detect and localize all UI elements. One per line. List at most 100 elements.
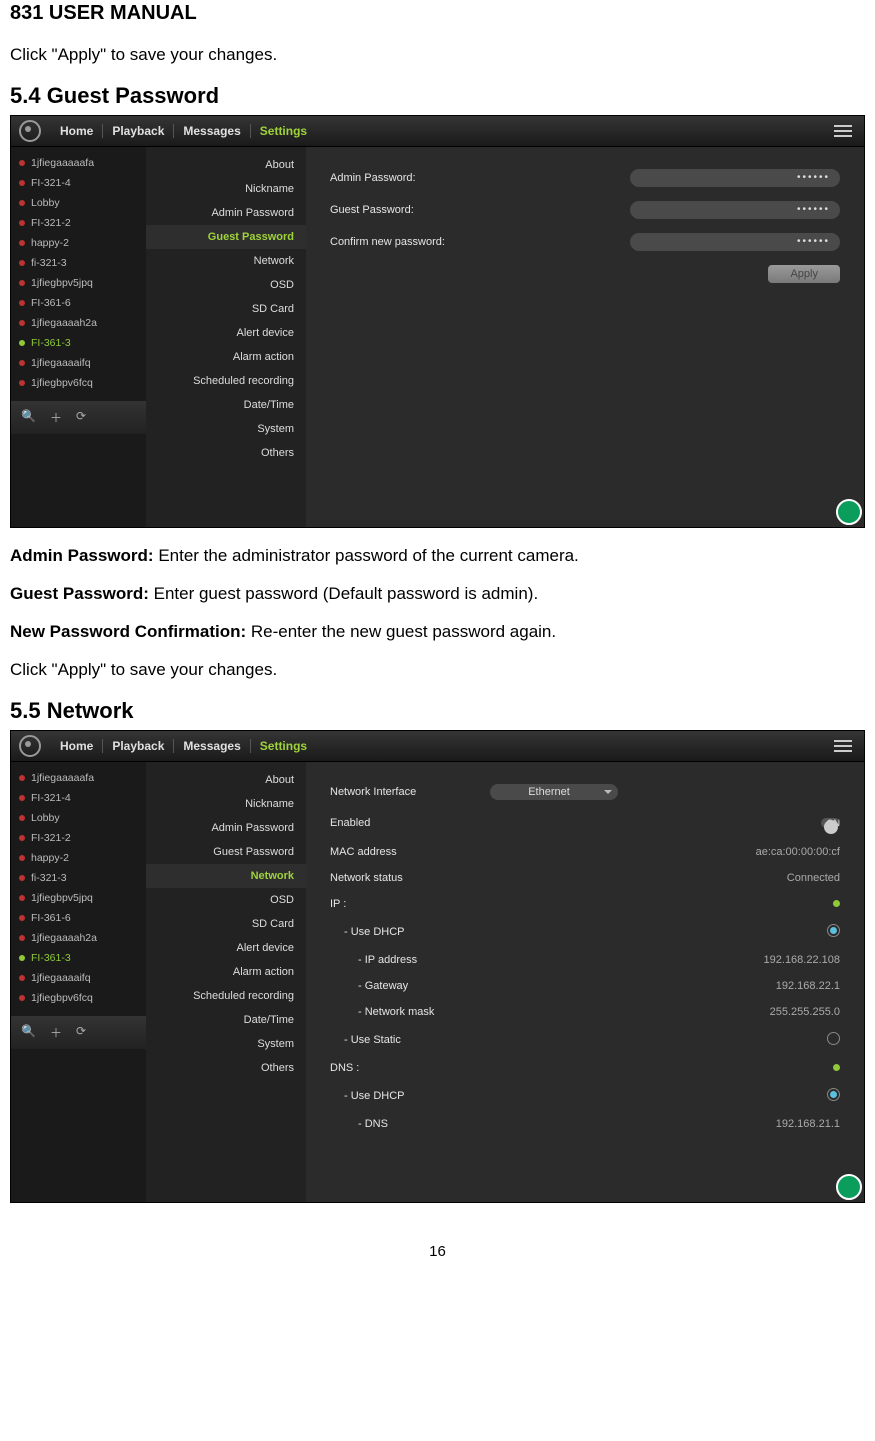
menu-osd[interactable]: OSD — [146, 273, 306, 297]
apply-button[interactable]: Apply — [768, 265, 840, 283]
device-toolbar: 🔍 ＋ ⟳ — [11, 401, 146, 434]
app-screenshot-network: Home Playback Messages Settings 1jfiegaa… — [10, 730, 865, 1203]
menu-about[interactable]: About — [146, 153, 306, 177]
confirm-password-desc: New Password Confirmation: Re-enter the … — [10, 622, 865, 642]
confirm-password-input[interactable]: •••••• — [630, 233, 840, 251]
menu-admin-password[interactable]: Admin Password — [146, 201, 306, 225]
status-dot-icon — [833, 900, 840, 907]
tab-messages[interactable]: Messages — [174, 739, 250, 753]
tab-messages[interactable]: Messages — [174, 124, 250, 138]
network-mask-value: 255.255.255.0 — [770, 1006, 840, 1018]
network-interface-select[interactable]: Ethernet — [490, 784, 618, 800]
menu-osd[interactable]: OSD — [146, 888, 306, 912]
device-item[interactable]: fi-321-3 — [11, 868, 146, 888]
device-item[interactable]: FI-361-3 — [11, 948, 146, 968]
menu-alert-device[interactable]: Alert device — [146, 321, 306, 345]
add-icon[interactable]: ＋ — [50, 409, 62, 426]
menu-guest-password[interactable]: Guest Password — [146, 225, 306, 249]
device-item[interactable]: FI-361-6 — [11, 293, 146, 313]
menu-date-time[interactable]: Date/Time — [146, 393, 306, 417]
tab-playback[interactable]: Playback — [103, 124, 174, 138]
content-pane: Admin Password:•••••• Guest Password:•••… — [306, 147, 864, 527]
gateway-label: - Gateway — [330, 980, 518, 992]
tab-playback[interactable]: Playback — [103, 739, 174, 753]
hamburger-icon[interactable] — [830, 736, 856, 756]
dns-heading: DNS : — [330, 1062, 490, 1074]
refresh-icon[interactable]: ⟳ — [76, 1024, 86, 1041]
menu-nickname[interactable]: Nickname — [146, 177, 306, 201]
device-item[interactable]: Lobby — [11, 808, 146, 828]
device-item[interactable]: FI-321-4 — [11, 173, 146, 193]
menu-alarm-action[interactable]: Alarm action — [146, 345, 306, 369]
device-item[interactable]: 1jfiegaaaaafa — [11, 153, 146, 173]
app-logo-icon — [19, 120, 41, 142]
device-item[interactable]: 1jfiegbpv5jpq — [11, 888, 146, 908]
device-item[interactable]: Lobby — [11, 193, 146, 213]
menu-sd-card[interactable]: SD Card — [146, 912, 306, 936]
menu-alarm-action[interactable]: Alarm action — [146, 960, 306, 984]
admin-password-input[interactable]: •••••• — [630, 169, 840, 187]
refresh-icon[interactable]: ⟳ — [76, 409, 86, 426]
menu-others[interactable]: Others — [146, 1056, 306, 1080]
menu-network[interactable]: Network — [146, 249, 306, 273]
instruction-apply: Click "Apply" to save your changes. — [10, 45, 865, 65]
ip-address-label: - IP address — [330, 954, 518, 966]
menu-scheduled-recording[interactable]: Scheduled recording — [146, 369, 306, 393]
menu-date-time[interactable]: Date/Time — [146, 1008, 306, 1032]
tab-home[interactable]: Home — [51, 124, 103, 138]
network-mask-label: - Network mask — [330, 1006, 518, 1018]
use-dhcp-label: - Use DHCP — [330, 926, 504, 938]
device-item[interactable]: FI-361-6 — [11, 908, 146, 928]
tab-home[interactable]: Home — [51, 739, 103, 753]
settings-menu: About Nickname Admin Password Guest Pass… — [146, 147, 306, 527]
device-item[interactable]: 1jfiegaaaaafa — [11, 768, 146, 788]
enabled-label: Enabled — [330, 817, 490, 829]
device-item[interactable]: 1jfiegaaaah2a — [11, 928, 146, 948]
device-list: 1jfiegaaaaafa FI-321-4 Lobby FI-321-2 ha… — [11, 762, 146, 1202]
device-item[interactable]: 1jfiegbpv6fcq — [11, 373, 146, 393]
corner-badge-icon — [836, 1174, 862, 1200]
hamburger-icon[interactable] — [830, 121, 856, 141]
enabled-toggle[interactable]: ON — [821, 818, 841, 828]
device-item[interactable]: 1jfiegbpv6fcq — [11, 988, 146, 1008]
dns-use-dhcp-radio[interactable] — [827, 1088, 840, 1101]
device-item[interactable]: FI-321-2 — [11, 213, 146, 233]
device-item[interactable]: 1jfiegaaaaifq — [11, 968, 146, 988]
add-icon[interactable]: ＋ — [50, 1024, 62, 1041]
device-item[interactable]: fi-321-3 — [11, 253, 146, 273]
dns-use-dhcp-label: - Use DHCP — [330, 1090, 504, 1102]
search-icon[interactable]: 🔍 — [21, 1024, 36, 1041]
menu-about[interactable]: About — [146, 768, 306, 792]
app-topbar: Home Playback Messages Settings — [11, 731, 864, 762]
use-static-label: - Use Static — [330, 1034, 504, 1046]
menu-scheduled-recording[interactable]: Scheduled recording — [146, 984, 306, 1008]
menu-system[interactable]: System — [146, 417, 306, 441]
device-item[interactable]: FI-361-3 — [11, 333, 146, 353]
section-heading-54: 5.4 Guest Password — [10, 83, 865, 109]
device-item[interactable]: FI-321-2 — [11, 828, 146, 848]
use-dhcp-radio[interactable] — [827, 924, 840, 937]
tab-settings[interactable]: Settings — [251, 739, 316, 753]
menu-alert-device[interactable]: Alert device — [146, 936, 306, 960]
menu-sd-card[interactable]: SD Card — [146, 297, 306, 321]
menu-guest-password[interactable]: Guest Password — [146, 840, 306, 864]
search-icon[interactable]: 🔍 — [21, 409, 36, 426]
device-item[interactable]: happy-2 — [11, 233, 146, 253]
status-dot-icon — [833, 1064, 840, 1071]
ip-address-value: 192.168.22.108 — [764, 954, 840, 966]
menu-admin-password[interactable]: Admin Password — [146, 816, 306, 840]
device-item[interactable]: happy-2 — [11, 848, 146, 868]
use-static-radio[interactable] — [827, 1032, 840, 1045]
device-item[interactable]: 1jfiegaaaah2a — [11, 313, 146, 333]
app-screenshot-guest-password: Home Playback Messages Settings 1jfiegaa… — [10, 115, 865, 528]
guest-password-input[interactable]: •••••• — [630, 201, 840, 219]
menu-system[interactable]: System — [146, 1032, 306, 1056]
network-status-value: Connected — [787, 872, 840, 884]
menu-nickname[interactable]: Nickname — [146, 792, 306, 816]
device-item[interactable]: FI-321-4 — [11, 788, 146, 808]
menu-network[interactable]: Network — [146, 864, 306, 888]
device-item[interactable]: 1jfiegbpv5jpq — [11, 273, 146, 293]
tab-settings[interactable]: Settings — [251, 124, 316, 138]
device-item[interactable]: 1jfiegaaaaifq — [11, 353, 146, 373]
menu-others[interactable]: Others — [146, 441, 306, 465]
